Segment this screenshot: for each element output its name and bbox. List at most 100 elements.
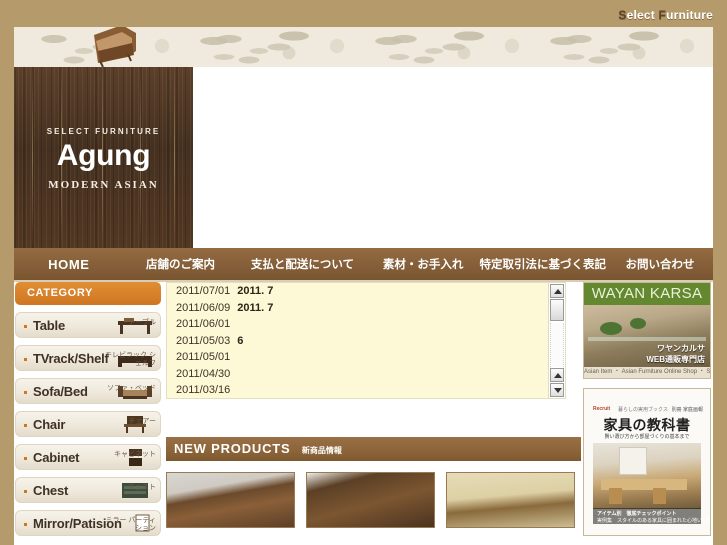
book-subtitle: 賢い選び方から部屋づくりの基本まで bbox=[604, 434, 690, 440]
news-date: 2011/06/01 bbox=[176, 318, 231, 330]
news-list: 2011/07/01 2011. 7 2011/06/09 2011. 7 2011… bbox=[167, 283, 547, 398]
news-scrollbar[interactable] bbox=[548, 283, 565, 398]
sidebar-item-label: Cabinet bbox=[33, 450, 80, 465]
header-banner: モダンアジアン アグン bbox=[14, 27, 713, 67]
book-publisher-note: 暮らしの実用ブックス bbox=[618, 407, 668, 413]
product-thumbnail-grid bbox=[166, 472, 583, 528]
nav-item-shop-info[interactable]: 店舗のご案内 bbox=[124, 256, 238, 272]
news-title: 6 bbox=[237, 334, 244, 347]
bullet-icon bbox=[24, 391, 27, 394]
nav-item-payment[interactable]: 支払と配送について bbox=[237, 256, 368, 272]
scrollbar-track[interactable] bbox=[550, 323, 564, 367]
news-row[interactable]: 2011/05/03 6 bbox=[167, 333, 547, 350]
bullet-icon bbox=[24, 457, 27, 460]
wayan-karsa-title: WAYAN KARSA bbox=[584, 283, 710, 305]
wayan-karsa-jp-line2: WEB通販専門店 bbox=[646, 355, 705, 364]
scroll-down-icon[interactable] bbox=[550, 383, 564, 397]
sidebar-item-label: Chest bbox=[33, 483, 69, 498]
new-products-title-jp: 新商品情報 bbox=[301, 446, 342, 455]
hero-subtitle: MODERN ASIAN bbox=[48, 179, 159, 191]
product-thumb-1[interactable] bbox=[166, 472, 295, 528]
news-panel: 2011/07/01 2011. 7 2011/06/09 2011. 7 2011… bbox=[166, 282, 566, 399]
wayan-karsa-footer: Asian Item ・ Asian Furniture Online Shop… bbox=[584, 367, 710, 378]
sidebar-item-tvrack[interactable]: TVrack/Shelf テレビラック シェルフ bbox=[15, 345, 161, 371]
chair-shape-right bbox=[653, 488, 666, 504]
furniture-book-banner[interactable]: Recruit 暮らしの実用ブックス 別冊 家庭画報 家具の教科書 賢い選び方か… bbox=[583, 388, 711, 536]
category-sidebar: CATEGORY Table テーブル TVrack/Shelf テレビラック … bbox=[14, 282, 166, 536]
header-japanese-tagline: モダンアジアン アグン bbox=[56, 65, 181, 67]
news-date: 2011/03/16 bbox=[176, 384, 231, 396]
book-band: アイテム別 徹底チェックポイント 実例集 スタイルのある家具に囲まれた心地いい部… bbox=[593, 508, 710, 524]
news-date: 2011/07/01 bbox=[176, 285, 231, 297]
sidebar-item-chair[interactable]: Chair チェアー bbox=[15, 411, 161, 437]
scroll-up-icon[interactable] bbox=[550, 284, 564, 298]
book-title: 家具の教科書 bbox=[603, 417, 691, 433]
sidebar-item-jp-label: テレビラック シェルフ bbox=[105, 352, 156, 367]
ikat-pattern-layer-2 bbox=[74, 27, 713, 67]
bullet-icon bbox=[24, 523, 27, 526]
bowl-icon bbox=[600, 322, 622, 335]
glass-shelf bbox=[588, 337, 706, 341]
sidebar-item-table[interactable]: Table テーブル bbox=[15, 312, 161, 338]
news-date: 2011/05/01 bbox=[176, 351, 231, 363]
sidebar-item-jp-label: ミラー パーティション bbox=[105, 517, 156, 532]
main-navigation: HOME 店舗のご案内 支払と配送について 素材・お手入れ 特定取引法に基づく表… bbox=[14, 248, 713, 282]
bullet-icon bbox=[24, 490, 27, 493]
news-date: 2011/06/09 bbox=[176, 301, 231, 314]
news-row[interactable]: 2011/05/01 bbox=[167, 349, 547, 366]
brand-word-furniture: urniture bbox=[666, 8, 713, 22]
book-publisher: Recruit bbox=[593, 406, 611, 412]
bullet-icon bbox=[24, 424, 27, 427]
scrollbar-thumb[interactable] bbox=[550, 299, 564, 321]
book-code: 別冊 家庭画報 bbox=[671, 407, 703, 413]
nav-item-legal[interactable]: 特定取引法に基づく表記 bbox=[478, 256, 607, 272]
news-row[interactable]: 2011/07/01 2011. 7 bbox=[167, 283, 547, 300]
nav-item-home[interactable]: HOME bbox=[14, 257, 124, 272]
sidebar-item-jp-label: キャビネット bbox=[114, 451, 156, 458]
cup-icon bbox=[630, 318, 646, 329]
new-products-heading: NEW PRODUCTS 新商品情報 bbox=[166, 437, 581, 461]
sidebar-item-cabinet[interactable]: Cabinet キャビネット bbox=[15, 444, 161, 470]
news-title: 2011. 7 bbox=[237, 301, 274, 314]
sidebar-item-jp-label: チェスト bbox=[128, 484, 156, 491]
sidebar-item-label: Sofa/Bed bbox=[33, 384, 88, 399]
category-heading: CATEGORY bbox=[15, 282, 161, 305]
hero-brand-name: Agung bbox=[56, 139, 151, 172]
sidebar-item-sofa-bed[interactable]: Sofa/Bed ソファ・ベッド bbox=[15, 378, 161, 404]
news-row[interactable]: 2011/06/09 2011. 7 bbox=[167, 300, 547, 317]
sidebar-item-jp-label: テーブル bbox=[128, 319, 156, 326]
book-band-line2: 実例集 スタイルのある家具に囲まれた心地いい部屋 bbox=[597, 518, 711, 524]
news-row[interactable]: 2011/04/30 bbox=[167, 366, 547, 383]
sidebar-item-label: Table bbox=[33, 318, 65, 333]
product-thumb-2[interactable] bbox=[306, 472, 435, 528]
news-title: 2011. 7 bbox=[237, 285, 274, 297]
nav-item-materials[interactable]: 素材・お手入れ bbox=[368, 256, 479, 272]
news-row[interactable]: 2011/03/16 bbox=[167, 382, 547, 398]
sidebar-item-jp-label: チェアー bbox=[128, 418, 156, 425]
sidebar-item-chest[interactable]: Chest チェスト bbox=[15, 477, 161, 503]
bullet-icon bbox=[24, 358, 27, 361]
wayan-karsa-photo: ワヤンカルサ WEB通販専門店 bbox=[584, 305, 710, 367]
brand-tagline: Select Furniture bbox=[618, 8, 713, 22]
window-icon bbox=[619, 447, 647, 475]
chair-shape-left bbox=[609, 488, 622, 504]
main-content: 2011/07/01 2011. 7 2011/06/09 2011. 7 2011… bbox=[166, 282, 583, 528]
product-thumb-3[interactable] bbox=[446, 472, 575, 528]
sofa-icon bbox=[88, 27, 140, 67]
right-sidebar: WAYAN KARSA ワヤンカルサ WEB通販専門店 Asian Item ・… bbox=[583, 282, 713, 536]
news-row[interactable]: 2011/06/01 bbox=[167, 316, 547, 333]
new-products-title-en: NEW PRODUCTS bbox=[174, 441, 291, 456]
page-container: SELECT FURNITURE Agung MODERN ASIAN HOME… bbox=[14, 67, 713, 545]
top-bar: Select Furniture bbox=[0, 0, 727, 27]
wayan-karsa-jp-line1: ワヤンカルサ bbox=[657, 344, 705, 353]
brand-initial-s: S bbox=[618, 8, 627, 22]
news-date: 2011/05/03 bbox=[176, 334, 231, 347]
hero-banner: SELECT FURNITURE Agung MODERN ASIAN bbox=[14, 67, 193, 248]
news-date: 2011/04/30 bbox=[176, 367, 231, 380]
wayan-karsa-banner[interactable]: WAYAN KARSA ワヤンカルサ WEB通販専門店 Asian Item ・… bbox=[583, 282, 711, 379]
nav-item-contact[interactable]: お問い合わせ bbox=[607, 256, 713, 272]
sidebar-item-label: Chair bbox=[33, 417, 66, 432]
hero-eyebrow: SELECT FURNITURE bbox=[46, 127, 161, 136]
scroll-up-icon-secondary[interactable] bbox=[550, 368, 564, 382]
sidebar-item-mirror[interactable]: Mirror/Patision ミラー パーティション bbox=[15, 510, 161, 536]
